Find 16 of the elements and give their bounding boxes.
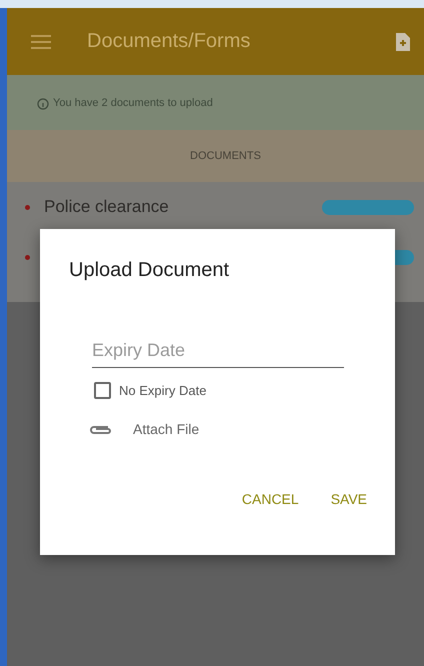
dialog-title: Upload Document xyxy=(69,259,230,282)
section-title: DOCUMENTS xyxy=(190,150,261,162)
cancel-button[interactable]: CANCEL xyxy=(236,485,305,513)
bullet-dot xyxy=(25,254,30,260)
bullet-dot xyxy=(25,204,30,210)
banner-text: You have 2 documents to upload xyxy=(53,96,213,108)
save-button[interactable]: SAVE xyxy=(324,485,373,513)
document-name: Police clearance xyxy=(44,197,170,217)
attach-file-link[interactable]: Attach File xyxy=(133,421,200,437)
checkbox[interactable] xyxy=(94,382,111,399)
paperclip-icon[interactable] xyxy=(88,423,114,435)
info-icon xyxy=(37,96,49,108)
expiry-date-field[interactable]: Expiry Date xyxy=(92,340,344,368)
app-title: Documents/Forms xyxy=(87,30,252,53)
checkbox-label: No Expiry Date xyxy=(119,383,206,398)
document-icon[interactable] xyxy=(396,32,410,50)
